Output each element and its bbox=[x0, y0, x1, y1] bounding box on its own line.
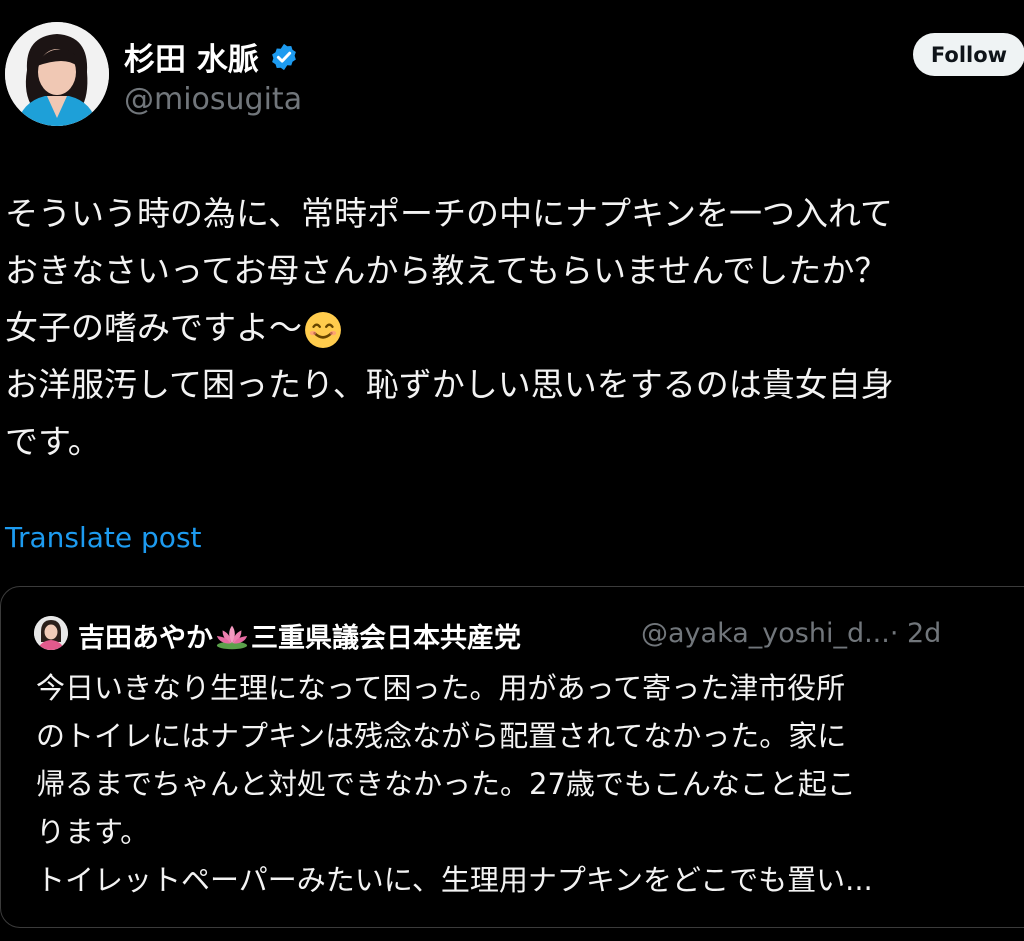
quoted-avatar-image bbox=[34, 616, 68, 650]
author-avatar[interactable] bbox=[5, 22, 109, 126]
quoted-line: ります。 bbox=[36, 815, 150, 849]
author-handle[interactable]: @miosugita bbox=[124, 82, 302, 117]
verified-badge-icon bbox=[271, 43, 296, 70]
quoted-line: 今日いきなり生理になって困った。用があって寄った津市役所 bbox=[36, 671, 846, 705]
quoted-author-name[interactable]: 吉田あやか 三重県議会日本共産党 bbox=[78, 616, 521, 655]
quoted-name-part2: 三重県議会日本共産党 bbox=[251, 623, 521, 654]
post-line: お洋服汚して困ったり、恥ずかしい思いをするのは貴女自身 bbox=[5, 365, 894, 404]
quoted-name-part1: 吉田あやか bbox=[78, 623, 213, 654]
post-line-text: 女子の嗜みですよ〜 bbox=[5, 308, 302, 347]
post-line: です。 bbox=[5, 422, 101, 461]
quoted-line: トイレットペーパーみたいに、生理用ナプキンをどこでも置い... bbox=[36, 863, 873, 897]
lotus-icon bbox=[216, 625, 248, 649]
follow-button[interactable]: Follow bbox=[913, 33, 1024, 76]
quoted-post-text: 今日いきなり生理になって困った。用があって寄った津市役所 のトイレにはナプキンは… bbox=[36, 664, 873, 904]
quoted-handle-time[interactable]: @ayaka_yoshi_d...· 2d bbox=[641, 618, 941, 649]
avatar-image bbox=[5, 22, 109, 126]
post-line: 女子の嗜みですよ〜 bbox=[5, 299, 1020, 356]
quoted-line: 帰るまでちゃんと対処できなかった。27歳でもこんなこと起こ bbox=[36, 767, 856, 801]
translate-post-link[interactable]: Translate post bbox=[5, 521, 202, 554]
post-line: そういう時の為に、常時ポーチの中にナプキンを一つ入れて bbox=[5, 194, 894, 233]
smiling-face-emoji-icon bbox=[305, 311, 341, 348]
post-line: おきなさいってお母さんから教えてもらいませんでしたか？ bbox=[5, 251, 888, 290]
quoted-author-avatar[interactable] bbox=[34, 616, 68, 650]
post-text: そういう時の為に、常時ポーチの中にナプキンを一つ入れて おきなさいってお母さんか… bbox=[5, 185, 1020, 470]
author-display-name[interactable]: 杉田 水脈 bbox=[124, 34, 259, 79]
quoted-line: のトイレにはナプキンは残念ながら配置されてなかった。家に bbox=[36, 719, 847, 753]
